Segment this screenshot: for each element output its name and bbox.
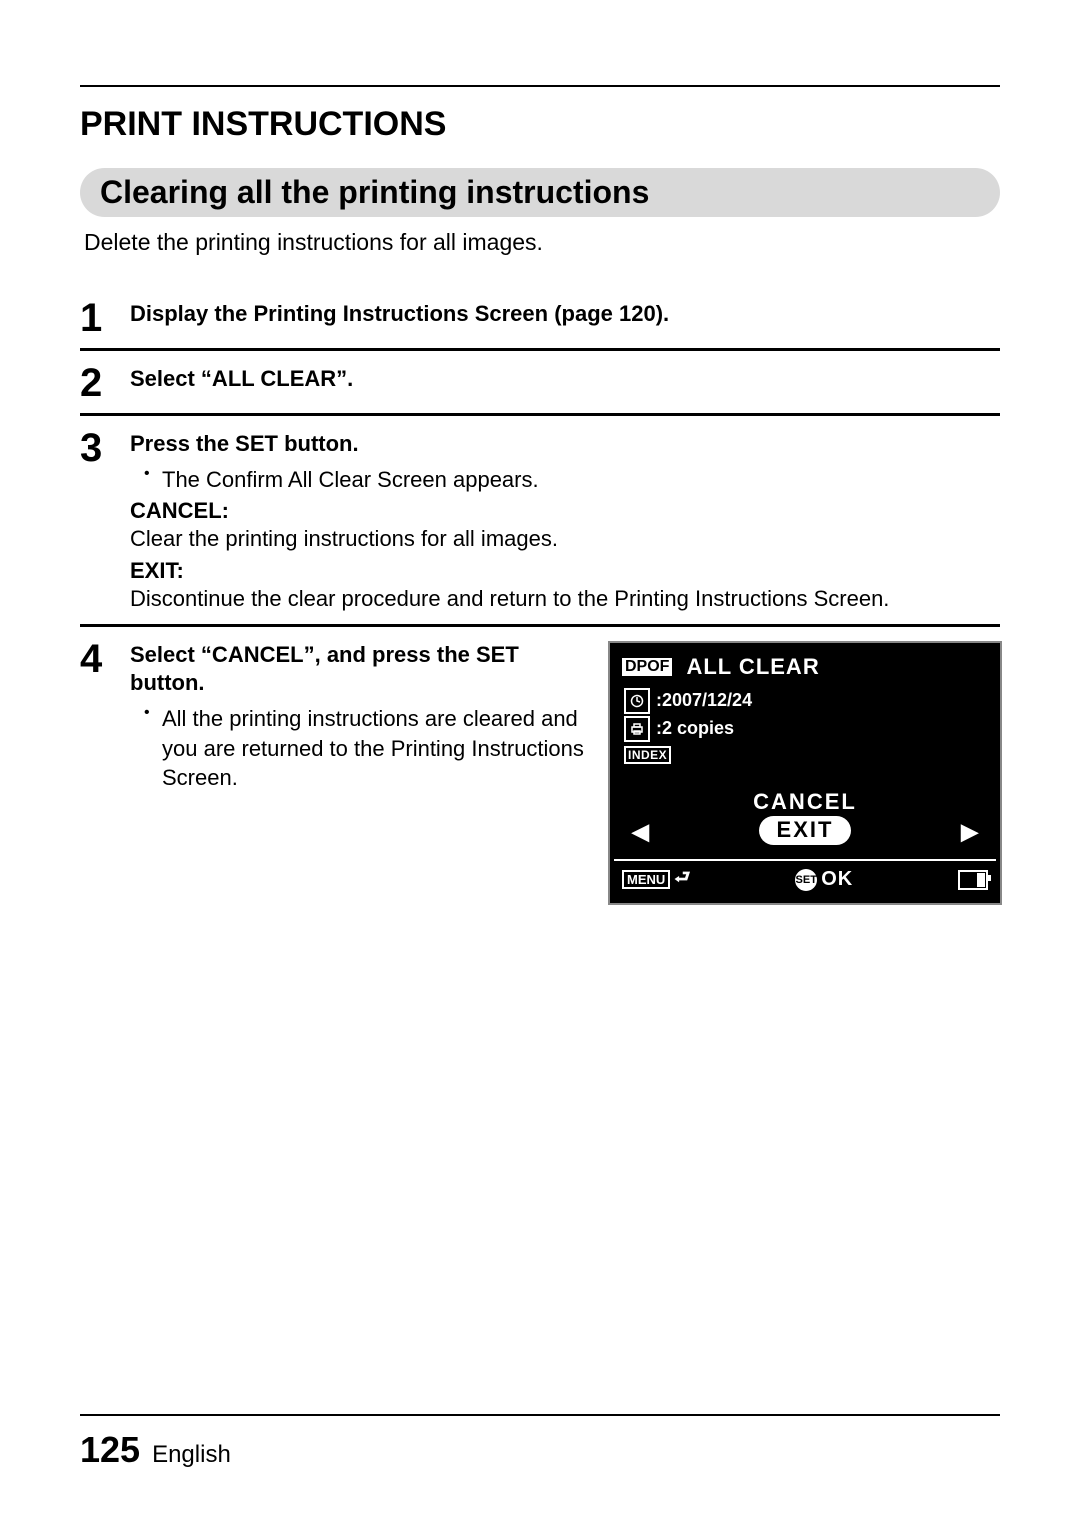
page-language: English [152,1441,231,1469]
menu-exit-selected: EXIT [759,816,852,845]
clock-icon [624,688,650,714]
step-4-head: Select “CANCEL”, and press the SET butto… [130,641,592,698]
step-3-head: Press the SET button. [130,430,1000,459]
page-number: 125 [80,1429,140,1471]
step-number: 1 [80,298,130,338]
step-3: 3 Press the SET button. • The Confirm Al… [80,416,1000,627]
battery-icon [958,870,988,890]
step-3-bullet: The Confirm All Clear Screen appears. [162,465,539,495]
cancel-label: CANCEL: [130,498,1000,524]
footer-rule [80,1414,1000,1416]
step-2-head: Select “ALL CLEAR”. [130,365,1000,394]
set-icon: SET [795,869,817,891]
index-tag: INDEX [624,746,671,764]
bullet-dot: • [144,465,162,495]
section-heading-pill: Clearing all the printing instructions [80,168,1000,217]
intro-text: Delete the printing instructions for all… [84,229,1000,256]
step-4-bullet: All the printing instructions are cleare… [162,704,592,793]
cancel-text: Clear the printing instructions for all … [130,524,1000,554]
ok-label: OK [821,868,853,891]
step-2: 2 Select “ALL CLEAR”. [80,351,1000,416]
section-title: Clearing all the printing instructions [100,174,649,210]
lcd-copies: :2 copies [656,718,734,739]
page-footer: 125 English [80,1429,231,1471]
bullet-dot: • [144,704,162,793]
menu-button-label: MENU [622,870,670,889]
exit-text: Discontinue the clear procedure and retu… [130,584,1000,614]
nav-left-icon: ◀ [632,819,649,845]
step-4: 4 Select “CANCEL”, and press the SET but… [80,627,1000,913]
step-1: 1 Display the Printing Instructions Scre… [80,286,1000,351]
printer-icon [624,716,650,742]
menu-cancel: CANCEL [622,788,988,817]
step-number: 3 [80,428,130,614]
step-number: 4 [80,639,130,903]
top-rule [80,85,1000,87]
exit-label: EXIT: [130,558,1000,584]
lcd-screen: DPOF ALL CLEAR :2007/12/24 [610,643,1000,903]
lcd-title: ALL CLEAR [678,653,827,682]
return-icon: ⮐ [674,865,690,895]
dpof-tag: DPOF [622,658,672,676]
nav-right-icon: ▶ [961,819,978,845]
step-1-head: Display the Printing Instructions Screen… [130,300,1000,329]
page-title: PRINT INSTRUCTIONS [80,105,1000,144]
lcd-date: :2007/12/24 [656,690,752,711]
step-number: 2 [80,363,130,403]
